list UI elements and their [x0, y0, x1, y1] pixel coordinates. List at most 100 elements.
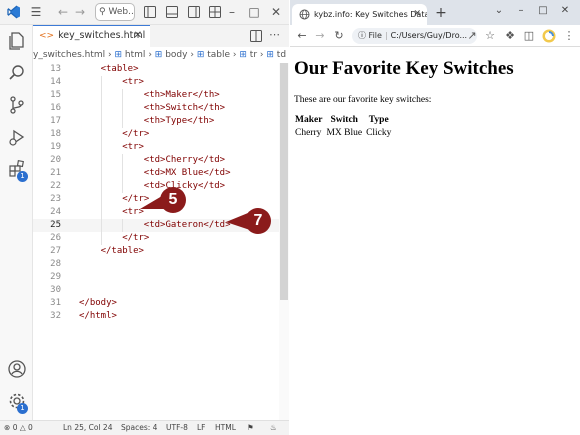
- language-mode[interactable]: HTML: [215, 421, 236, 435]
- code-line[interactable]: 24 <tr>: [33, 206, 279, 219]
- command-center-search[interactable]: ⚲ Web...: [95, 3, 135, 21]
- end-of-line[interactable]: LF: [197, 421, 206, 435]
- code-line[interactable]: 26 </tr>: [33, 232, 279, 245]
- extensions-puzzle-icon[interactable]: ❖: [502, 28, 518, 44]
- line-number: 28: [50, 259, 61, 269]
- code-line[interactable]: 22 <td>Clicky</td>: [33, 180, 279, 193]
- explorer-icon[interactable]: [6, 30, 28, 52]
- extensions-button[interactable]: 1: [6, 158, 28, 182]
- forward-arrow-icon[interactable]: →: [73, 4, 87, 20]
- close-tab-icon[interactable]: ✕: [134, 26, 142, 46]
- customize-layout-icon[interactable]: [209, 6, 221, 18]
- table-cell: MX Blue: [326, 128, 363, 138]
- breadcrumb-table[interactable]: table: [207, 50, 230, 60]
- breadcrumb-file[interactable]: y_switches.html: [33, 50, 105, 60]
- code-line[interactable]: 16 <th>Switch</th>: [33, 102, 279, 115]
- layout-sidebar-icon[interactable]: [144, 6, 156, 18]
- bookmark-star-icon[interactable]: ☆: [482, 28, 498, 44]
- close-tab-icon[interactable]: ✕: [413, 4, 421, 25]
- code-line[interactable]: 15 <th>Maker</th>: [33, 89, 279, 102]
- table-header: Type: [368, 115, 389, 125]
- code-line[interactable]: 31 </body>: [33, 297, 279, 310]
- layout-panel-icon[interactable]: [166, 6, 178, 18]
- extensions-badge: 1: [17, 171, 28, 182]
- source-control-icon[interactable]: [6, 94, 28, 116]
- back-arrow-icon[interactable]: ←: [56, 4, 70, 20]
- table-cell: Cherry: [295, 128, 322, 138]
- code-line[interactable]: 13 <table>: [33, 63, 279, 76]
- line-number: 19: [50, 142, 61, 152]
- breadcrumb-td[interactable]: td: [277, 50, 286, 60]
- forward-arrow-icon[interactable]: →: [312, 28, 328, 44]
- new-tab-button[interactable]: +: [433, 4, 449, 22]
- element-icon: ⊞: [239, 50, 247, 60]
- line-number: 17: [50, 116, 61, 126]
- switches-table: Maker Switch Type Cherry MX Blue Clicky: [292, 113, 394, 141]
- tab-key-switches[interactable]: <> key_switches.html ✕: [33, 25, 150, 47]
- code-line[interactable]: 32 </html>: [33, 310, 279, 323]
- minimize-icon[interactable]: –: [224, 4, 240, 20]
- split-editor-icon[interactable]: [250, 30, 262, 42]
- code-line[interactable]: 20 <td>Cherry</td>: [33, 154, 279, 167]
- browser-tab-strip: kybz.info: Key Switches Data ✕ + ⌄ – □ ✕: [290, 0, 580, 25]
- breadcrumb-tr[interactable]: tr: [250, 50, 257, 60]
- table-cell: Clicky: [366, 128, 392, 138]
- page-paragraph: These are our favorite key switches:: [294, 95, 432, 105]
- chrome-menu-icon[interactable]: ⋮: [561, 28, 577, 44]
- tab-search-icon[interactable]: ⌄: [490, 3, 508, 19]
- encoding[interactable]: UTF-8: [166, 421, 188, 435]
- code-line-active[interactable]: 25 <td>Gateron</td>: [33, 219, 279, 232]
- editor-scrollbar-thumb[interactable]: [280, 63, 288, 300]
- code-text: </table>: [100, 246, 144, 256]
- code-line[interactable]: 30: [33, 284, 279, 297]
- profile-avatar[interactable]: [542, 29, 556, 43]
- run-debug-icon[interactable]: [6, 126, 28, 148]
- indentation[interactable]: Spaces: 4: [121, 421, 157, 435]
- more-actions-icon[interactable]: ⋯: [269, 28, 280, 41]
- code-line[interactable]: 14 <tr>: [33, 76, 279, 89]
- code-line[interactable]: 18 </tr>: [33, 128, 279, 141]
- line-number: 22: [50, 181, 61, 191]
- code-line[interactable]: 17 <th>Type</th>: [33, 115, 279, 128]
- breadcrumb-html[interactable]: html: [125, 50, 146, 60]
- code-editor[interactable]: 13 <table> 14 <tr> 15 <th>Maker</th> 16 <th>Swi…: [33, 63, 289, 420]
- code-line[interactable]: 21 <td>MX Blue</td>: [33, 167, 279, 180]
- editor-scrollbar[interactable]: [279, 63, 289, 420]
- line-number: 27: [50, 246, 61, 256]
- code-line[interactable]: 28: [33, 258, 279, 271]
- minimize-icon[interactable]: –: [512, 3, 530, 19]
- notifications-icon[interactable]: ♨: [270, 421, 277, 435]
- menu-icon[interactable]: ☰: [28, 4, 44, 20]
- layout-secondary-sidebar-icon[interactable]: [188, 6, 200, 18]
- maximize-icon[interactable]: □: [534, 3, 552, 19]
- back-arrow-icon[interactable]: ←: [294, 28, 310, 44]
- maximize-icon[interactable]: □: [246, 4, 262, 20]
- line-number: 24: [50, 207, 61, 217]
- address-bar[interactable]: ⓘ File | C:/Users/Guy/Dro...: [352, 28, 477, 44]
- code-text: <th>Switch</th>: [143, 103, 226, 113]
- feedback-icon[interactable]: ⚑: [247, 421, 254, 435]
- close-icon[interactable]: ✕: [268, 4, 284, 20]
- close-icon[interactable]: ✕: [556, 3, 574, 19]
- manage-button[interactable]: 1: [6, 390, 28, 414]
- search-icon[interactable]: [6, 62, 28, 84]
- side-panel-icon[interactable]: ◫: [521, 28, 537, 44]
- code-line[interactable]: 19 <tr>: [33, 141, 279, 154]
- reload-icon[interactable]: ↻: [331, 28, 347, 44]
- browser-tab[interactable]: kybz.info: Key Switches Data ✕: [292, 4, 427, 25]
- breadcrumb-body[interactable]: body: [165, 50, 187, 60]
- cursor-position[interactable]: Ln 25, Col 24: [63, 421, 112, 435]
- code-line[interactable]: 27 </table>: [33, 245, 279, 258]
- code-text: </tr>: [122, 129, 150, 139]
- code-line[interactable]: 29: [33, 271, 279, 284]
- browser-page: Our Favorite Key Switches These are our …: [290, 48, 580, 435]
- line-number: 32: [50, 311, 61, 321]
- element-icon: ⊞: [266, 50, 274, 60]
- problems-indicator[interactable]: ⊗ 0 △ 0: [4, 421, 33, 435]
- share-icon[interactable]: ↗: [464, 28, 480, 44]
- code-line[interactable]: 23 </tr>: [33, 193, 279, 206]
- element-icon: ⊞: [154, 50, 163, 60]
- code-text: <tr>: [122, 77, 144, 87]
- address-scheme-label: File: [368, 31, 382, 40]
- account-icon[interactable]: [6, 358, 28, 380]
